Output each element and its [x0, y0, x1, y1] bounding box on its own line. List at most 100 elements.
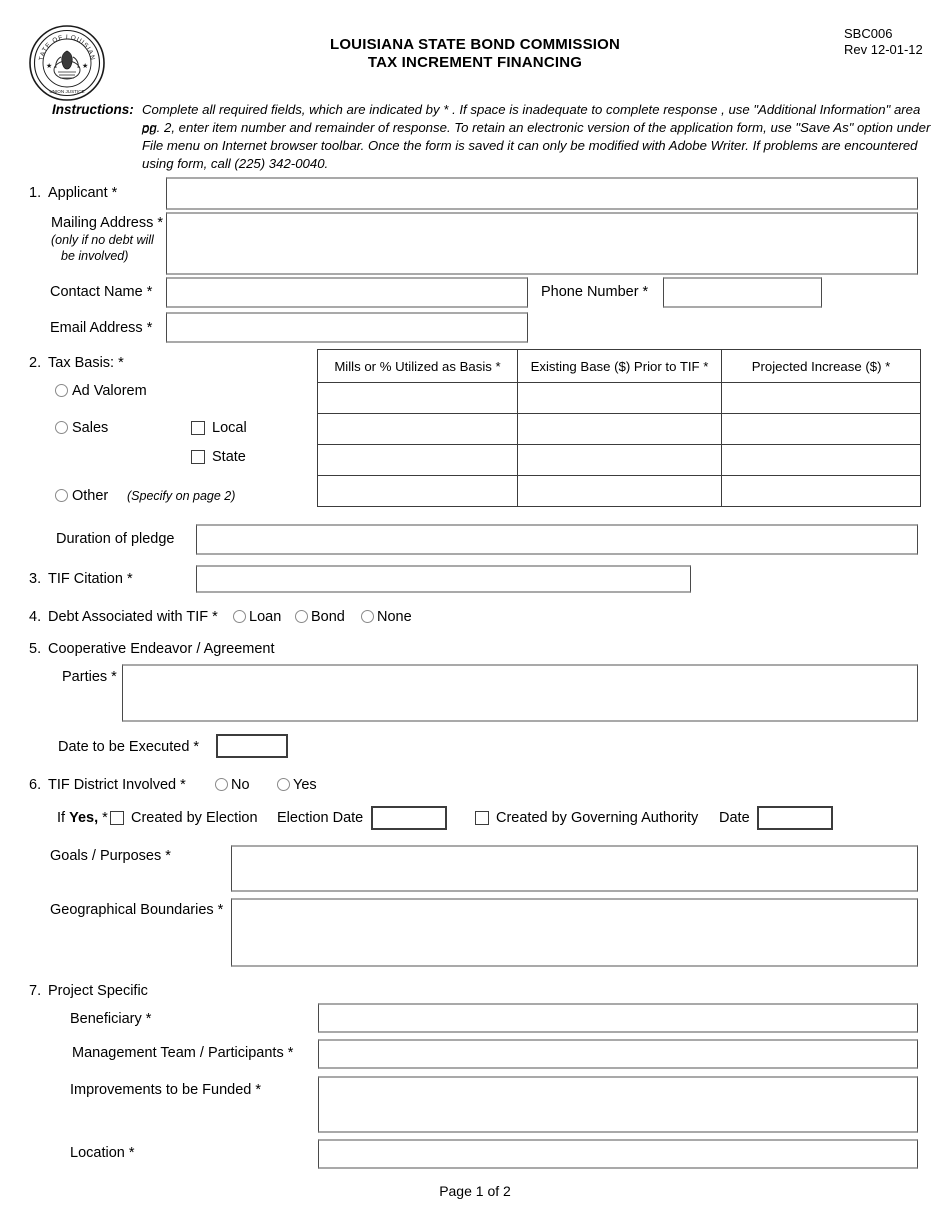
- table-row: [317, 413, 921, 445]
- governing-date-label: Date: [719, 810, 750, 826]
- improvements-to-be-funded-input[interactable]: [318, 1076, 918, 1133]
- mailing-address-label: Mailing Address *: [51, 215, 164, 231]
- checkbox-state-label: State: [212, 449, 246, 465]
- radio-debt-bond[interactable]: [295, 610, 308, 623]
- tif-citation-input[interactable]: [196, 565, 691, 593]
- instructions-line-3: File menu on Internet browser toolbar. O…: [142, 138, 918, 153]
- email-address-label: Email Address *: [50, 320, 153, 336]
- project-specific-heading: Project Specific: [48, 983, 148, 999]
- radio-ad-valorem[interactable]: [55, 384, 68, 397]
- beneficiary-label: Beneficiary *: [70, 1011, 152, 1027]
- phone-number-input[interactable]: [663, 277, 822, 308]
- geographical-boundaries-input[interactable]: [231, 898, 918, 967]
- radio-debt-none[interactable]: [361, 610, 374, 623]
- management-team-input[interactable]: [318, 1039, 918, 1069]
- date-to-be-executed-label: Date to be Executed *: [58, 739, 200, 755]
- goals-purposes-label: Goals / Purposes *: [50, 848, 171, 864]
- tax-cell-increase-3[interactable]: [721, 444, 921, 476]
- radio-ad-valorem-label: Ad Valorem: [72, 383, 147, 399]
- tif-district-heading: TIF District Involved *: [48, 777, 186, 793]
- phone-number-label: Phone Number *: [541, 284, 649, 300]
- if-yes-prefix: If: [57, 810, 70, 826]
- cooperative-endeavor-heading: Cooperative Endeavor / Agreement: [48, 641, 275, 657]
- section-5-number: 5.: [29, 641, 42, 657]
- form-revision: Rev 12-01-12: [844, 42, 923, 57]
- mailing-address-input[interactable]: [166, 212, 918, 275]
- radio-debt-bond-label: Bond: [311, 609, 345, 625]
- mailing-address-note-line-1: (only if no debt will: [51, 233, 154, 247]
- debt-associated-label: Debt Associated with TIF *: [48, 609, 218, 625]
- tax-cell-mills-4[interactable]: [317, 475, 518, 507]
- radio-tif-district-yes[interactable]: [277, 778, 290, 791]
- tax-basis-table-header-row: Mills or % Utilized as Basis * Existing …: [317, 349, 921, 383]
- checkbox-local-label: Local: [212, 420, 247, 436]
- geographical-boundaries-label: Geographical Boundaries *: [50, 902, 224, 918]
- created-by-election-label: Created by Election: [131, 810, 258, 826]
- radio-other[interactable]: [55, 489, 68, 502]
- table-row: [317, 475, 921, 507]
- applicant-label: Applicant *: [48, 185, 118, 201]
- location-label: Location *: [70, 1145, 135, 1161]
- email-address-input[interactable]: [166, 312, 528, 343]
- election-date-input[interactable]: [371, 806, 447, 830]
- contact-name-input[interactable]: [166, 277, 528, 308]
- tax-cell-mills-3[interactable]: [317, 444, 518, 476]
- applicant-input[interactable]: [166, 177, 918, 210]
- tax-cell-increase-2[interactable]: [721, 413, 921, 445]
- svg-text:UNION JUSTICE: UNION JUSTICE: [49, 89, 84, 94]
- tax-cell-increase-1[interactable]: [721, 382, 921, 414]
- tax-cell-base-4[interactable]: [517, 475, 722, 507]
- radio-sales-label: Sales: [72, 420, 109, 436]
- section-3-number: 3.: [29, 571, 42, 587]
- tax-cell-mills-1[interactable]: [317, 382, 518, 414]
- section-2-number: 2.: [29, 355, 42, 371]
- tax-cell-mills-2[interactable]: [317, 413, 518, 445]
- beneficiary-input[interactable]: [318, 1003, 918, 1033]
- tax-cell-increase-4[interactable]: [721, 475, 921, 507]
- form-title-line-1: LOUISIANA STATE BOND COMMISSION: [329, 36, 621, 53]
- radio-other-label: Other: [72, 488, 109, 504]
- table-row: [317, 382, 921, 414]
- instructions-line-2: pg. 2, enter item number and remainder o…: [142, 120, 931, 135]
- management-team-label: Management Team / Participants *: [72, 1045, 294, 1061]
- tax-cell-base-1[interactable]: [517, 382, 722, 414]
- radio-tif-district-yes-label: Yes: [293, 777, 317, 793]
- section-7-number: 7.: [29, 983, 42, 999]
- governing-date-input[interactable]: [757, 806, 833, 830]
- parties-input[interactable]: [122, 664, 918, 722]
- radio-tif-district-no-label: No: [231, 777, 250, 793]
- radio-sales[interactable]: [55, 421, 68, 434]
- goals-purposes-input[interactable]: [231, 845, 918, 892]
- if-yes-bold: Yes,: [69, 810, 99, 826]
- tax-basis-col-projected-increase: Projected Increase ($) *: [721, 349, 921, 383]
- tax-cell-base-3[interactable]: [517, 444, 722, 476]
- radio-other-note: (Specify on page 2): [127, 489, 236, 503]
- radio-debt-loan[interactable]: [233, 610, 246, 623]
- instructions-line-4: using form, call (225) 342-0040.: [142, 156, 329, 171]
- mailing-address-note-line-2: be involved): [61, 249, 129, 263]
- page-footer: Page 1 of 2: [439, 1183, 511, 1199]
- tax-basis-col-mills: Mills or % Utilized as Basis *: [317, 349, 518, 383]
- checkbox-state[interactable]: [191, 450, 205, 464]
- tif-citation-label: TIF Citation *: [48, 571, 133, 587]
- form-title-line-2: TAX INCREMENT FINANCING: [367, 54, 583, 71]
- duration-of-pledge-label: Duration of pledge: [56, 531, 175, 547]
- checkbox-local[interactable]: [191, 421, 205, 435]
- table-row: [317, 444, 921, 476]
- radio-debt-none-label: None: [377, 609, 412, 625]
- form-code: SBC006: [844, 26, 893, 41]
- tax-cell-base-2[interactable]: [517, 413, 722, 445]
- duration-of-pledge-input[interactable]: [196, 524, 918, 555]
- checkbox-created-by-governing-authority[interactable]: [475, 811, 489, 825]
- tax-basis-heading: Tax Basis: *: [48, 355, 124, 371]
- radio-tif-district-no[interactable]: [215, 778, 228, 791]
- tax-basis-col-existing-base: Existing Base ($) Prior to TIF *: [517, 349, 722, 383]
- radio-debt-loan-label: Loan: [249, 609, 282, 625]
- instructions-heading: Instructions:: [52, 102, 134, 117]
- improvements-to-be-funded-label: Improvements to be Funded *: [70, 1082, 262, 1098]
- location-input[interactable]: [318, 1139, 918, 1169]
- form-page: STATE OF LOUISIANA ★ ★ UNION JUSTICE LOU…: [0, 0, 950, 1230]
- checkbox-created-by-election[interactable]: [110, 811, 124, 825]
- if-yes-suffix: *: [98, 810, 108, 826]
- date-to-be-executed-input[interactable]: [216, 734, 288, 758]
